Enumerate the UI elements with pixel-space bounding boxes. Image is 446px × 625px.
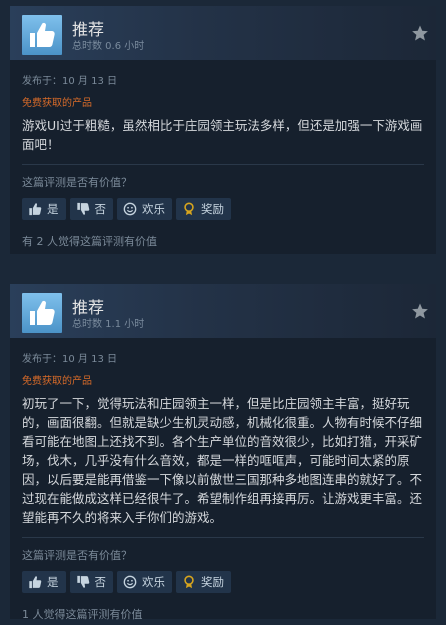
- playtime: 总时数 1.1 小时: [72, 319, 145, 330]
- posted-date: 发布于：10 月 13 日: [22, 76, 117, 87]
- vote-yes-label: 是: [47, 575, 59, 589]
- thumbs-down-icon: [76, 575, 89, 588]
- review-header: 推荐 总时数 0.6 小时: [10, 6, 436, 60]
- posted-date: 发布于：10 月 13 日: [22, 354, 117, 365]
- recommended-badge[interactable]: [22, 15, 62, 55]
- award-button[interactable]: 奖励: [176, 198, 231, 220]
- divider: [22, 537, 424, 538]
- thumbs-up-icon: [30, 300, 55, 325]
- vote-yes-button[interactable]: 是: [22, 571, 66, 593]
- review-card: 推荐 总时数 1.1 小时 发布于：10 月 13 日 免费获取的产品 初玩了一…: [10, 284, 436, 621]
- award-icon: [184, 575, 194, 589]
- thumbs-up-icon: [29, 576, 42, 589]
- vote-funny-label: 欢乐: [142, 202, 165, 216]
- helpful-question: 这篇评测是否有价值？: [22, 549, 132, 562]
- free-product-label: 免费获取的产品: [22, 376, 92, 387]
- review-header: 推荐 总时数 1.1 小时: [10, 284, 436, 338]
- star-icon[interactable]: [411, 302, 429, 320]
- vote-no-button[interactable]: 否: [69, 198, 113, 220]
- thumbs-down-icon: [76, 202, 89, 215]
- award-label: 奖励: [201, 202, 224, 216]
- smiley-icon: [123, 575, 137, 589]
- helpful-count: 1 人觉得这篇评测有价值: [22, 608, 143, 621]
- award-icon: [184, 202, 194, 216]
- review-text: 初玩了一下，觉得玩法和庄园领主一样，但是比庄园领主丰富，挺好玩的，画面很翻。但就…: [22, 396, 423, 525]
- thumbs-up-icon: [29, 203, 42, 216]
- thumbs-up-icon: [30, 22, 55, 47]
- playtime: 总时数 0.6 小时: [72, 41, 145, 52]
- vote-funny-label: 欢乐: [142, 575, 165, 589]
- helpful-question: 这篇评测是否有价值？: [22, 176, 132, 189]
- vote-buttons: 是 否 欢乐 奖励: [22, 571, 424, 593]
- recommended-badge[interactable]: [22, 293, 62, 333]
- star-icon[interactable]: [411, 24, 429, 42]
- award-label: 奖励: [201, 575, 224, 589]
- review-card: 推荐 总时数 0.6 小时 发布于：10 月 13 日 免费获取的产品 游戏UI…: [10, 6, 436, 254]
- vote-funny-button[interactable]: 欢乐: [117, 198, 172, 220]
- vote-funny-button[interactable]: 欢乐: [117, 571, 172, 593]
- vote-yes-label: 是: [47, 202, 59, 216]
- vote-no-label: 否: [94, 202, 107, 216]
- free-product-label: 免费获取的产品: [22, 98, 92, 109]
- award-button[interactable]: 奖励: [176, 571, 231, 593]
- smiley-icon: [123, 202, 137, 216]
- helpful-count: 有 2 人觉得这篇评测有价值: [22, 235, 157, 248]
- vote-no-button[interactable]: 否: [69, 571, 113, 593]
- vote-no-label: 否: [94, 575, 107, 589]
- divider: [22, 164, 424, 165]
- vote-buttons: 是 否 欢乐 奖励: [22, 198, 424, 220]
- review-text: 游戏UI过于粗糙，虽然相比于庄园领主玩法多样，但还是加强一下游戏画面吧！: [22, 118, 423, 152]
- vote-yes-button[interactable]: 是: [22, 198, 66, 220]
